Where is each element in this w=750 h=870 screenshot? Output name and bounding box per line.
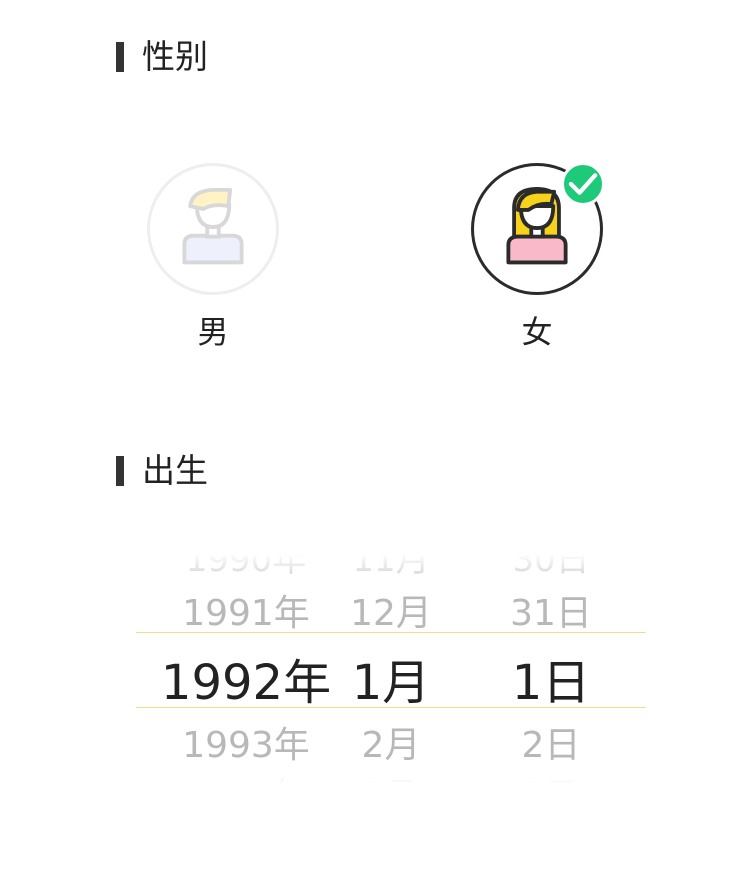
birth-section-title: 出生 [142,451,208,490]
day-option[interactable]: 31日 [496,584,606,636]
picker-selection-line-top [136,632,646,633]
gender-label-male: 男 [197,315,229,351]
year-option[interactable]: 1990年 [146,540,346,581]
picker-selection-line-bottom [136,707,646,708]
month-option-selected[interactable]: 1月 [341,643,441,713]
year-option-selected[interactable]: 1992年 [146,643,346,713]
gender-option-male[interactable]: 男 [143,163,283,353]
selected-badge [561,162,605,206]
birth-date-picker[interactable]: 1990年 1991年 1992年 1993年 1994年 11月 12月 1月… [136,540,646,790]
month-picker-column[interactable]: 11月 12月 1月 2月 3月 [341,540,441,790]
month-option[interactable]: 12月 [341,584,441,636]
year-option[interactable]: 1991年 [146,584,346,636]
gender-option-female[interactable]: 女 [467,162,607,353]
day-option[interactable]: 3日 [496,768,606,790]
year-picker-column[interactable]: 1990年 1991年 1992年 1993年 1994年 [146,540,346,790]
female-avatar[interactable] [471,162,605,295]
day-picker-column[interactable]: 30日 31日 1日 2日 3日 [496,540,606,790]
birth-section-header: 出生 [116,451,208,491]
day-option[interactable]: 30日 [496,540,606,581]
month-option[interactable]: 3月 [341,768,441,790]
section-marker-bar [116,42,124,72]
gender-label-female: 女 [521,315,553,351]
year-option[interactable]: 1994年 [146,768,346,790]
month-option[interactable]: 11月 [341,540,441,581]
day-option[interactable]: 2日 [496,716,606,768]
month-option[interactable]: 2月 [341,716,441,768]
section-marker-bar [116,456,124,486]
year-option[interactable]: 1993年 [146,716,346,768]
male-avatar-icon [182,187,244,265]
check-icon [568,173,598,195]
gender-section-header: 性别 [116,37,208,77]
male-avatar[interactable] [147,163,279,295]
gender-section-title: 性别 [142,37,208,76]
day-option-selected[interactable]: 1日 [496,643,606,713]
